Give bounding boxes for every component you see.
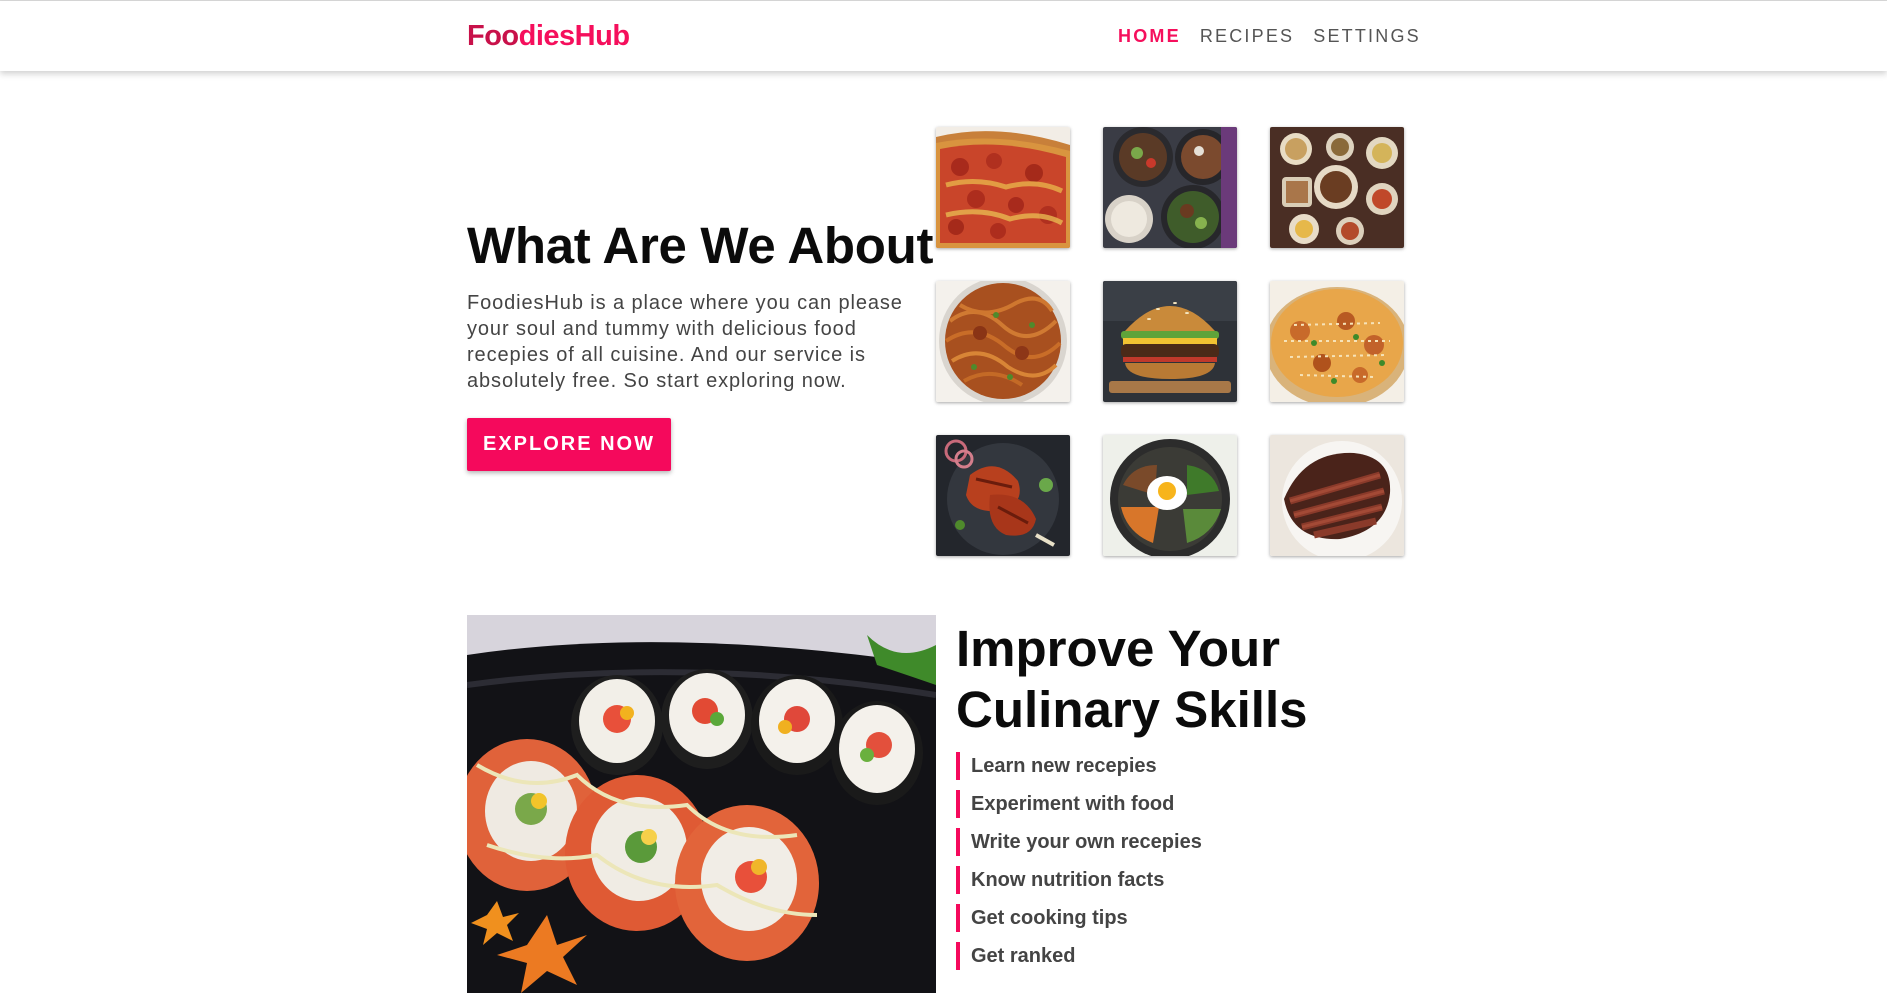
nav-link-home[interactable]: HOME xyxy=(1118,26,1181,47)
bowls-photo xyxy=(1103,127,1237,248)
logo-part-1: Foo xyxy=(467,20,519,52)
burger-photo xyxy=(1103,281,1237,402)
skill-item: Learn new recepies xyxy=(956,752,1202,780)
skills-title-line-1: Improve Your xyxy=(956,620,1281,677)
bibimbap-photo xyxy=(1103,435,1237,556)
skill-item: Get cooking tips xyxy=(956,904,1202,932)
skill-item: Experiment with food xyxy=(956,790,1202,818)
sushi-photo xyxy=(467,615,936,993)
nav-link-settings[interactable]: SETTINGS xyxy=(1313,26,1421,47)
skill-item: Write your own recepies xyxy=(956,828,1202,856)
pizza-photo xyxy=(936,127,1070,248)
skill-item: Know nutrition facts xyxy=(956,866,1202,894)
skills-title-line-2: Culinary Skills xyxy=(956,681,1308,738)
food-image-tandoori-chicken[interactable] xyxy=(936,435,1070,556)
about-text: FoodiesHub is a place where you can plea… xyxy=(467,292,903,392)
food-image-steak[interactable] xyxy=(1270,435,1404,556)
nav-link-recipes[interactable]: RECIPES xyxy=(1200,26,1294,47)
skills-title: Improve Your Culinary Skills xyxy=(956,618,1356,740)
food-image-bowls[interactable] xyxy=(1103,127,1237,248)
site-logo[interactable]: FoodiesHub xyxy=(467,20,630,53)
food-image-bibimbap[interactable] xyxy=(1103,435,1237,556)
skills-list: Learn new recepies Experiment with food … xyxy=(956,752,1202,980)
food-image-biryani[interactable] xyxy=(1270,281,1404,402)
noodles-photo xyxy=(936,281,1070,402)
logo-part-2: diesHub xyxy=(518,20,630,52)
about-title: What Are We About xyxy=(467,217,934,274)
tandoori-chicken-photo xyxy=(936,435,1070,556)
steak-photo xyxy=(1270,435,1404,556)
table-spread-photo xyxy=(1270,127,1404,248)
nav-links: HOME RECIPES SETTINGS xyxy=(1118,26,1421,47)
sushi-image xyxy=(467,615,936,993)
biryani-photo xyxy=(1270,281,1404,402)
food-image-pizza[interactable] xyxy=(936,127,1070,248)
food-image-noodles[interactable] xyxy=(936,281,1070,402)
skill-item: Get ranked xyxy=(956,942,1202,970)
food-image-burger[interactable] xyxy=(1103,281,1237,402)
explore-now-button[interactable]: EXPLORE NOW xyxy=(467,418,671,471)
food-gallery xyxy=(936,127,1404,556)
food-image-table-spread[interactable] xyxy=(1270,127,1404,248)
navbar: FoodiesHub HOME RECIPES SETTINGS xyxy=(0,1,1887,71)
